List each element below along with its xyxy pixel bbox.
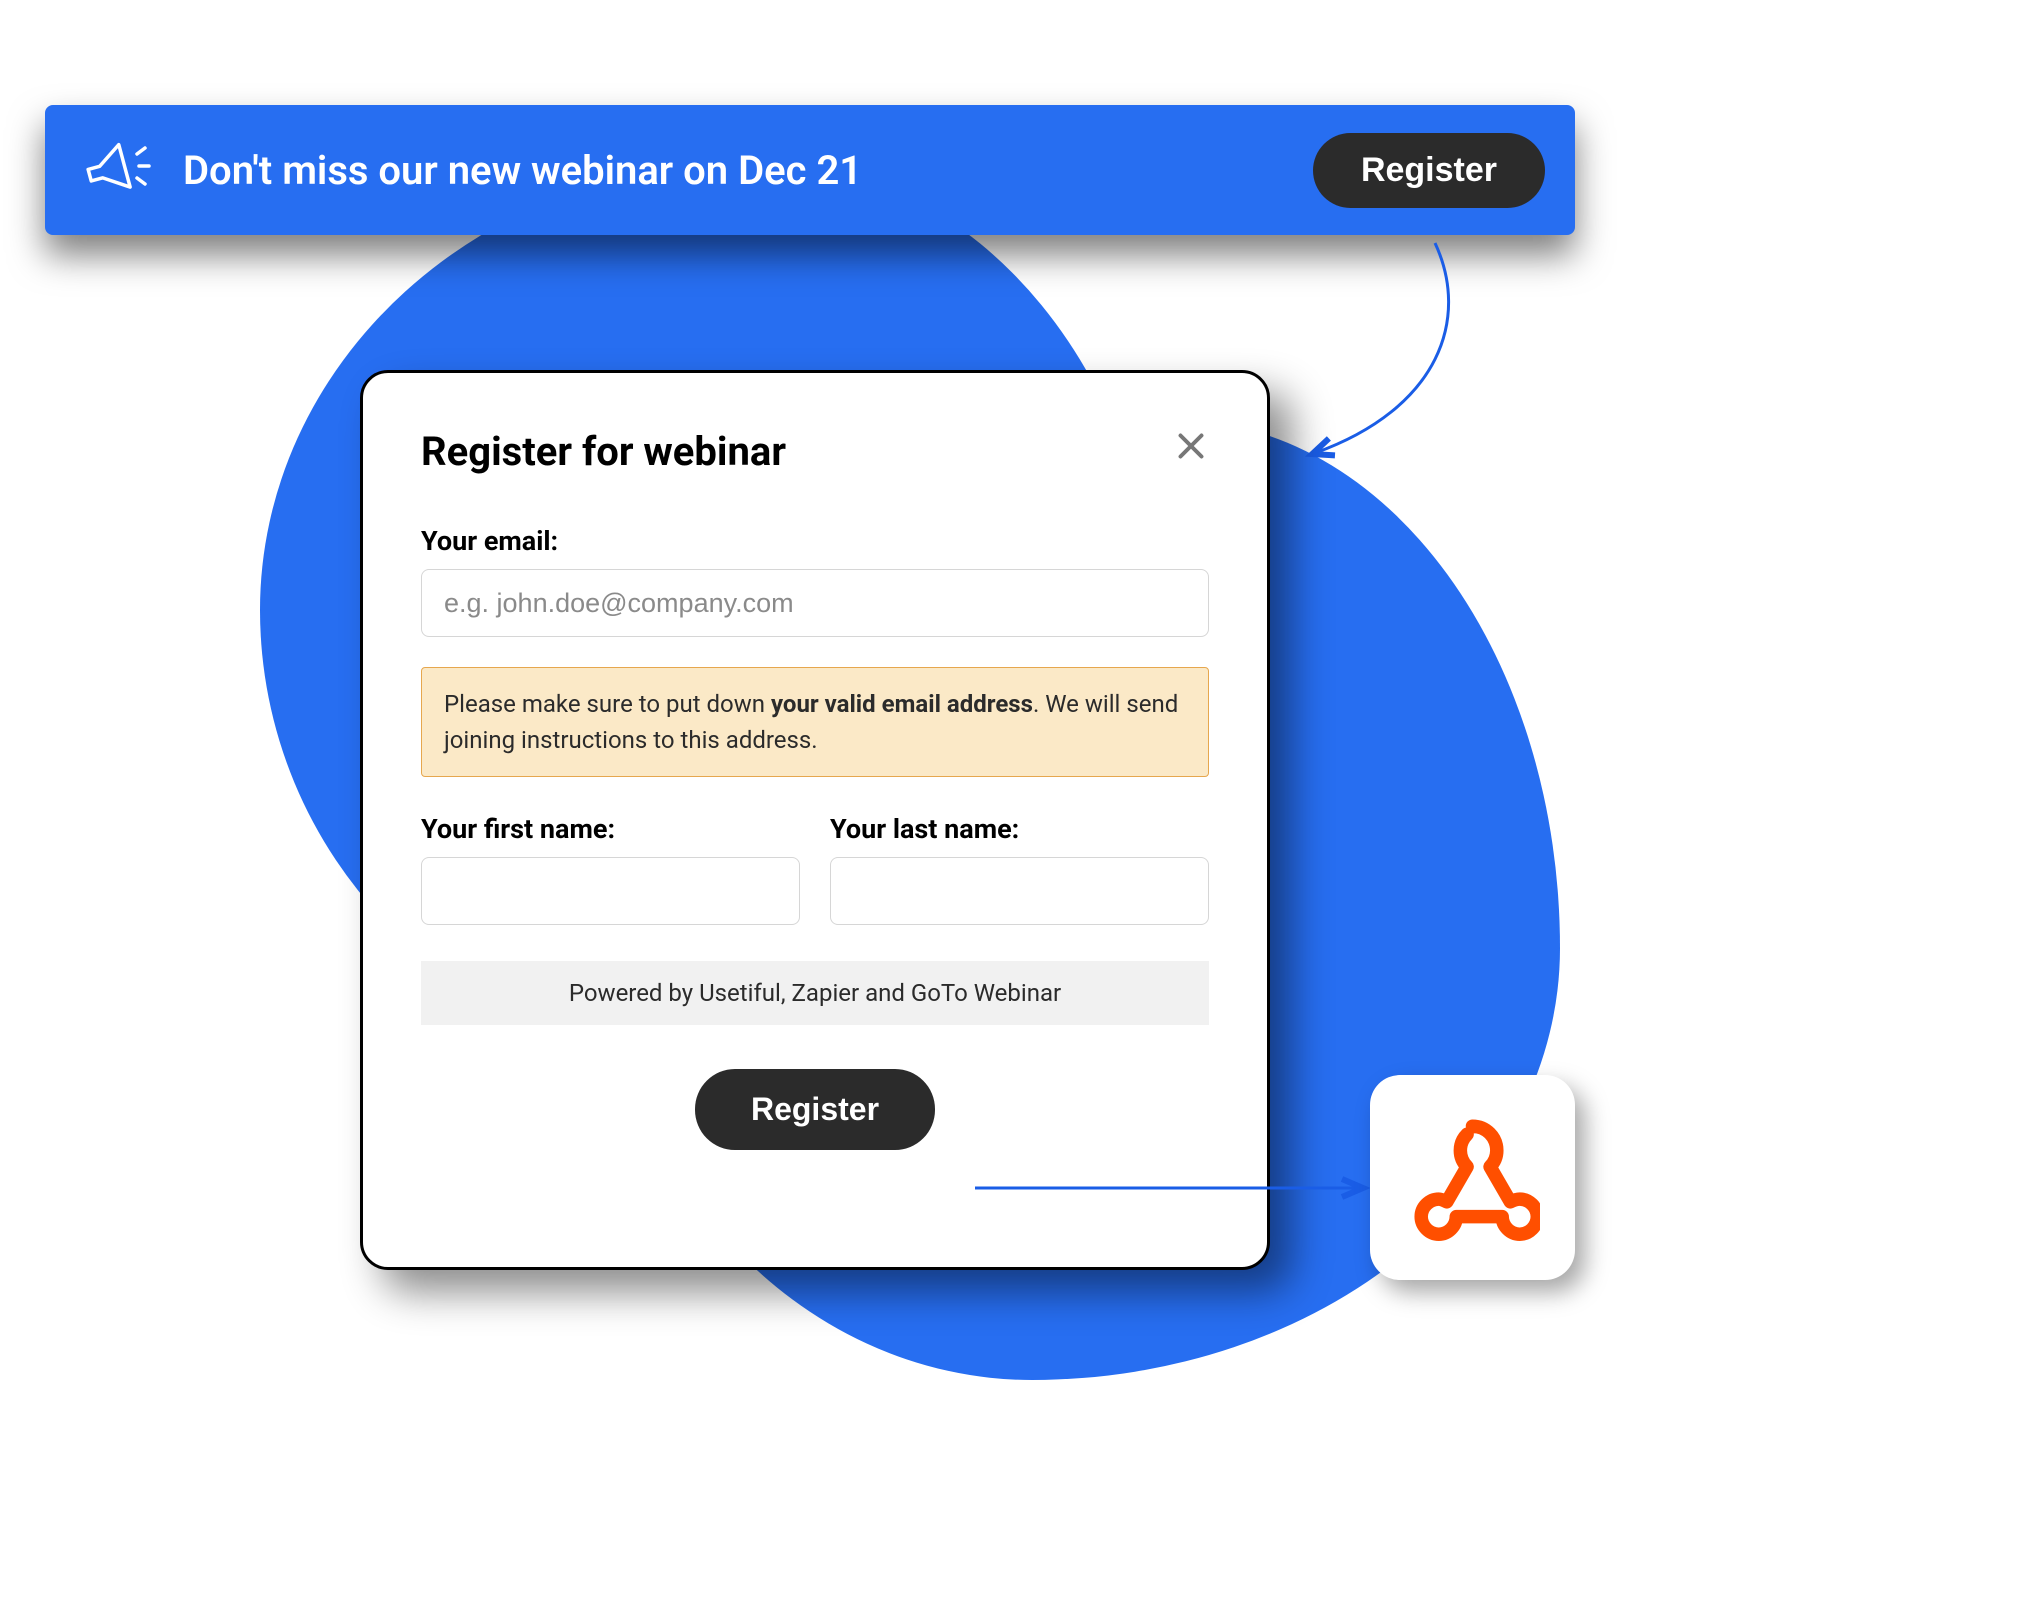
webhook-tile — [1370, 1075, 1575, 1280]
register-modal: Register for webinar Your email: Please … — [360, 370, 1270, 1270]
webhook-icon — [1405, 1110, 1540, 1245]
register-button[interactable]: Register — [1313, 133, 1545, 208]
powered-by-text: Powered by Usetiful, Zapier and GoTo Web… — [421, 961, 1209, 1025]
modal-header: Register for webinar — [421, 428, 1209, 475]
announcement-banner: Don't miss our new webinar on Dec 21 Reg… — [45, 105, 1575, 235]
last-name-input[interactable] — [830, 857, 1209, 925]
modal-title: Register for webinar — [421, 428, 786, 475]
last-name-label: Your last name: — [830, 813, 1209, 845]
email-notice: Please make sure to put down your valid … — [421, 667, 1209, 777]
modal-footer: Register — [421, 1069, 1209, 1150]
email-label: Your email: — [421, 525, 1209, 557]
banner-text: Don't miss our new webinar on Dec 21 — [183, 147, 1313, 194]
notice-text-bold: your valid email address — [771, 690, 1033, 718]
notice-text-pre: Please make sure to put down — [444, 690, 771, 718]
name-fields-row: Your first name: Your last name: — [421, 813, 1209, 925]
close-icon[interactable] — [1173, 428, 1209, 464]
email-input[interactable] — [421, 569, 1209, 637]
submit-register-button[interactable]: Register — [695, 1069, 935, 1150]
megaphone-icon — [83, 134, 153, 206]
first-name-label: Your first name: — [421, 813, 800, 845]
first-name-input[interactable] — [421, 857, 800, 925]
